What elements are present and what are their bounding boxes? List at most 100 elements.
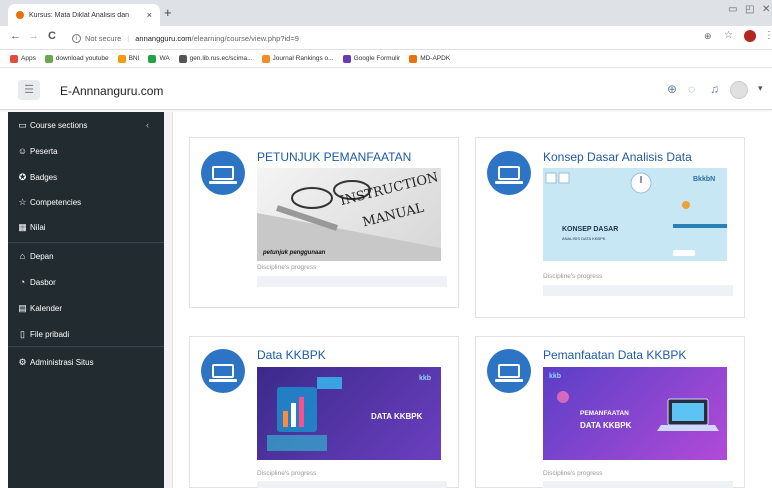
user-menu-chevron-icon[interactable]: ▾ xyxy=(758,83,763,94)
sidebar-item-depan[interactable]: ⌂ Depan xyxy=(8,247,164,265)
sidebar-item-badges[interactable]: ✪ Badges xyxy=(8,168,164,186)
progress-label: Discipline's progress xyxy=(257,470,317,477)
sidebar-item-course-sections[interactable]: ▭ Course sections xyxy=(8,116,164,134)
home-icon: ⌂ xyxy=(19,251,26,261)
course-title[interactable]: PETUNJUK PEMANFAATAN xyxy=(257,150,411,164)
url-path: /elearning/course/view.php?id=9 xyxy=(191,33,299,43)
messages-icon[interactable]: ◌ xyxy=(688,82,695,96)
bookmark-item[interactable]: WA xyxy=(148,54,170,63)
url-separator: | xyxy=(127,33,130,43)
browser-menu-icon[interactable]: ⋮ xyxy=(764,30,772,41)
bookmark-icon xyxy=(178,54,187,63)
sidebar-item-file-pribadi[interactable]: ▯ File pribadi xyxy=(8,325,164,343)
bookmark-item[interactable]: MD-APDK xyxy=(409,54,450,63)
course-image[interactable]: INSTRUCTION MANUAL petunjuk penggunaan xyxy=(257,168,441,261)
bookmark-item[interactable]: Journal Rankings o... xyxy=(261,54,334,63)
sidebar-item-peserta[interactable]: ☺ Peserta xyxy=(8,142,164,160)
course-icon xyxy=(487,151,531,195)
bookmark-icon xyxy=(409,54,418,63)
progress-label: Discipline's progress xyxy=(257,264,317,271)
info-icon[interactable]: i xyxy=(72,33,81,43)
bkkbn-logo: BkkbN xyxy=(693,176,716,183)
sidebar-item-competencies[interactable]: ☆ Competencies xyxy=(8,193,164,211)
image-heading-line1: PEMANFAATAN xyxy=(580,410,629,417)
sidebar-item-dasbor[interactable]: ◔ Dasbor xyxy=(8,273,164,291)
bookmark-icon xyxy=(342,54,351,63)
close-window-icon[interactable]: ✕ xyxy=(762,4,770,15)
progress-bar xyxy=(257,276,447,287)
image-heading-line2: ANALISIS DATA KKBPK xyxy=(562,236,606,241)
forward-button[interactable]: → xyxy=(28,30,39,42)
grades-icon: ▦ xyxy=(18,221,27,232)
bookmark-icon xyxy=(261,54,270,63)
site-brand[interactable]: E-Annnanguru.com xyxy=(60,84,163,98)
bookmark-item[interactable]: Apps xyxy=(10,54,36,63)
bookmark-item[interactable]: Google Formulir xyxy=(342,54,400,63)
progress-bar xyxy=(543,285,733,296)
bookmark-icon xyxy=(117,54,126,63)
calendar-icon: ▤ xyxy=(18,302,27,313)
kkb-logo: kkb xyxy=(419,375,432,382)
notifications-icon[interactable]: ♫ xyxy=(710,82,719,96)
bookmark-star-icon[interactable]: ☆ xyxy=(724,30,733,41)
laptop-icon xyxy=(495,364,523,382)
course-icon xyxy=(487,349,531,393)
course-title[interactable]: Pemanfaatan Data KKBPK xyxy=(543,348,686,362)
folder-icon: ▭ xyxy=(18,119,27,130)
url-field[interactable]: i Not secure | annangguru.com /elearning… xyxy=(72,29,712,47)
bookmark-item[interactable]: BNI xyxy=(117,54,139,63)
gear-icon: ⚙ xyxy=(18,356,27,367)
new-tab-button[interactable]: + xyxy=(164,5,172,20)
course-title[interactable]: Data KKBPK xyxy=(257,348,326,362)
laptop-illustration xyxy=(557,391,719,431)
url-host: annangguru.com xyxy=(135,33,192,43)
course-icon xyxy=(201,349,245,393)
user-avatar[interactable] xyxy=(730,81,748,99)
kkb-logo: kkb xyxy=(549,373,562,380)
users-icon: ☺ xyxy=(17,146,28,156)
dashboard-icon: ◔ xyxy=(19,277,26,287)
course-image[interactable]: kkb PEMANFAATAN DATA KKBPK xyxy=(543,367,727,460)
sidebar-item-administrasi-situs[interactable]: ⚙ Administrasi Situs xyxy=(8,353,164,371)
course-icon xyxy=(201,151,245,195)
course-image[interactable]: kkb DATA KKBPK xyxy=(257,367,441,460)
menu-toggle-button[interactable]: ☰ xyxy=(18,80,40,100)
laptop-icon xyxy=(495,166,523,184)
language-icon[interactable]: ⊕ xyxy=(667,82,677,96)
progress-label: Discipline's progress xyxy=(543,470,603,477)
sidebar-divider xyxy=(8,242,164,243)
course-image[interactable]: BkkbN KONSEP DASAR ANALISIS DATA KKBPK xyxy=(543,168,727,261)
back-button[interactable]: ← xyxy=(10,30,21,42)
sidebar-item-kalender[interactable]: ▤ Kalender xyxy=(8,299,164,317)
progress-label: Discipline's progress xyxy=(543,273,603,280)
progress-bar xyxy=(257,481,447,488)
profile-icon[interactable] xyxy=(744,30,756,42)
bookmark-item[interactable]: gen.lib.rus.ec/scima... xyxy=(178,54,253,63)
zoom-icon[interactable]: ⊕ xyxy=(704,31,712,42)
file-icon: ▯ xyxy=(20,328,25,339)
bookmark-icon xyxy=(148,54,157,63)
sidebar-divider xyxy=(8,346,164,347)
tab-title: Kursus: Mata Diklat Analisis dan xyxy=(29,11,129,19)
reload-button[interactable]: C xyxy=(48,30,56,42)
collapse-chevron-icon[interactable]: ‹ xyxy=(146,120,149,130)
sidebar-item-nilai[interactable]: ▦ Nilai xyxy=(8,218,164,236)
star-icon: ☆ xyxy=(18,196,27,207)
site-favicon-icon xyxy=(16,11,24,19)
tab-close-icon[interactable]: × xyxy=(147,10,152,20)
apps-icon xyxy=(10,54,18,63)
laptop-icon xyxy=(209,364,237,382)
badge-icon: ✪ xyxy=(18,171,27,182)
laptop-icon xyxy=(209,166,237,184)
bookmarks-bar: Apps download youtube BNI WA gen.lib.rus… xyxy=(0,50,772,68)
image-heading-line1: KONSEP DASAR xyxy=(562,226,619,233)
image-caption: petunjuk penggunaan xyxy=(263,250,326,256)
progress-bar xyxy=(543,481,733,488)
restore-icon[interactable]: ◰ xyxy=(745,4,754,15)
bookmark-icon xyxy=(44,54,53,63)
security-label: Not secure xyxy=(85,33,122,43)
bookmark-item[interactable]: download youtube xyxy=(44,54,109,63)
course-title[interactable]: Konsep Dasar Analisis Data xyxy=(543,150,692,164)
browser-tab[interactable]: Kursus: Mata Diklat Analisis dan × xyxy=(8,4,160,26)
minimize-icon[interactable]: ▭ xyxy=(728,4,737,15)
